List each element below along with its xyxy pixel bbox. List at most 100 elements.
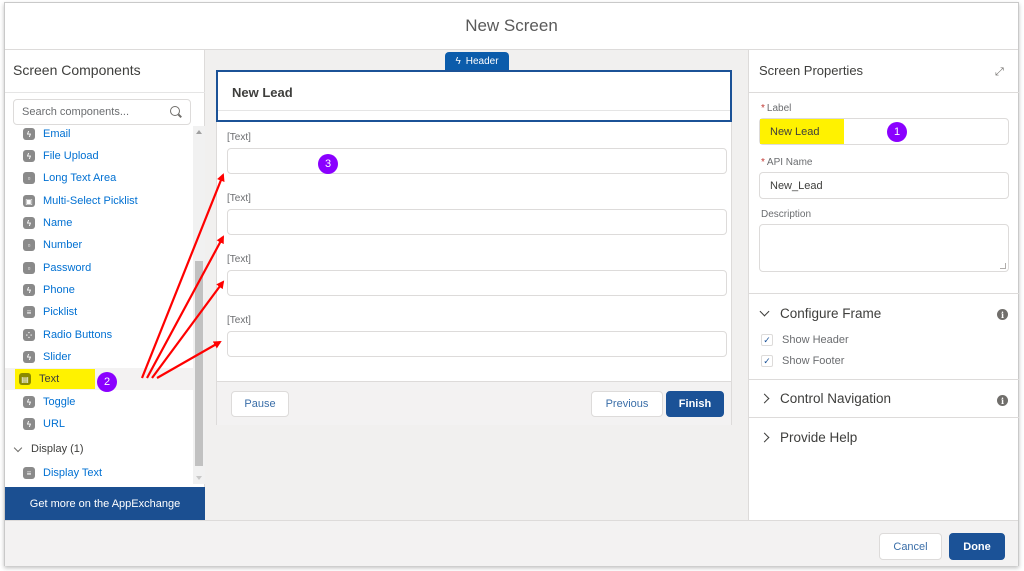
label-field-label: * Label: [761, 103, 791, 114]
component-phone[interactable]: ϟ Phone: [5, 279, 193, 301]
done-button[interactable]: Done: [949, 533, 1005, 560]
label-text: Label: [766, 103, 792, 114]
annotation-badge-2: 2: [97, 372, 117, 392]
previous-button[interactable]: Previous: [591, 391, 663, 417]
field-label: [Text]: [227, 132, 251, 143]
component-list-scrollbar[interactable]: [193, 126, 205, 484]
component-long-text-area[interactable]: ▫ Long Text Area: [5, 167, 193, 189]
component-list: ϟ Email ϟ File Upload ▫ Long Text Area ▣ Mul…: [5, 126, 193, 484]
text-input[interactable]: [227, 331, 727, 357]
control-navigation-section[interactable]: Control Navigation: [749, 380, 1019, 416]
scroll-up-arrow-icon[interactable]: [196, 130, 202, 134]
bolt-icon: ϟ: [23, 396, 35, 408]
scroll-down-arrow-icon[interactable]: [196, 476, 202, 480]
component-label: Slider: [43, 351, 72, 363]
component-number[interactable]: ▫ Number: [5, 234, 193, 256]
expand-icon[interactable]: ⤢: [995, 66, 1007, 78]
annotation-badge-3: 3: [318, 154, 338, 174]
component-label: Display Text: [43, 467, 103, 479]
new-screen-modal: New Screen Screen Components Search comp…: [4, 2, 1019, 566]
resize-handle-icon[interactable]: [1000, 263, 1006, 269]
scroll-thumb[interactable]: [195, 261, 203, 466]
component-label: Number: [43, 239, 83, 251]
component-multi-select-picklist[interactable]: ▣ Multi-Select Picklist: [5, 190, 193, 212]
field-label: [Text]: [227, 315, 251, 326]
text-field[interactable]: [Text]: [227, 132, 727, 174]
divider: [749, 417, 1019, 418]
bolt-icon: ϟ: [23, 351, 35, 363]
highlight-annotation: New Lead: [760, 119, 844, 144]
appexchange-link[interactable]: Get more on the AppExchange: [5, 487, 205, 521]
component-display-text[interactable]: ≡ Display Text: [5, 462, 193, 484]
component-label: Radio Buttons: [43, 329, 113, 341]
annotation-badge-1: 1: [887, 122, 907, 142]
component-email[interactable]: ϟ Email: [5, 123, 193, 145]
component-label: Long Text Area: [43, 172, 117, 184]
bolt-icon: ϟ: [23, 418, 35, 430]
description-field-label: Description: [761, 209, 812, 220]
finish-button[interactable]: Finish: [666, 391, 724, 417]
component-slider[interactable]: ϟ Slider: [5, 346, 193, 368]
highlight-annotation: ▤ Text: [15, 369, 95, 389]
component-picklist[interactable]: ≡ Picklist: [5, 301, 193, 323]
text-input[interactable]: [227, 148, 727, 174]
show-footer-checkbox[interactable]: ✓ Show Footer: [761, 355, 844, 367]
component-url[interactable]: ϟ URL: [5, 413, 193, 435]
component-file-upload[interactable]: ϟ File Upload: [5, 145, 193, 167]
screen-header[interactable]: New Lead: [216, 70, 732, 122]
required-marker: *: [761, 103, 765, 114]
component-password[interactable]: ▫ Password: [5, 257, 193, 279]
checkbox-checked-icon[interactable]: ✓: [761, 355, 773, 367]
multi-picklist-icon: ▣: [23, 195, 35, 207]
divider: [5, 92, 205, 93]
password-icon: ▫: [23, 262, 35, 274]
screen-preview: New Lead [Text] [Text] [Text] [Text] 3 P…: [216, 70, 732, 425]
component-name[interactable]: ϟ Name: [5, 212, 193, 234]
screen-footer: Pause Previous Finish: [217, 381, 731, 425]
info-icon[interactable]: i: [997, 395, 1008, 406]
configure-frame-section[interactable]: Configure Frame: [749, 295, 1019, 331]
checkbox-checked-icon[interactable]: ✓: [761, 334, 773, 346]
component-label: Text: [39, 373, 60, 385]
pause-button[interactable]: Pause: [231, 391, 289, 417]
chevron-down-icon: [13, 443, 23, 452]
screen-components-panel: Screen Components Search components... ϟ…: [5, 50, 205, 521]
component-label: File Upload: [43, 150, 99, 162]
section-title: Control Navigation: [780, 390, 892, 406]
api-name-input[interactable]: New_Lead: [759, 172, 1009, 199]
panel-title: Screen Components: [13, 62, 141, 78]
label-value: New Lead: [770, 125, 820, 138]
header-tab[interactable]: ϟ Header: [445, 52, 509, 70]
field-label: [Text]: [227, 193, 251, 204]
divider: [749, 92, 1019, 93]
search-placeholder: Search components...: [22, 106, 130, 118]
search-components-input[interactable]: Search components...: [13, 99, 191, 125]
text-field[interactable]: [Text]: [227, 315, 727, 357]
component-label: Name: [43, 217, 73, 229]
component-radio-buttons[interactable]: ⁘ Radio Buttons: [5, 324, 193, 346]
picklist-icon: ≡: [23, 306, 35, 318]
header-tab-label: Header: [465, 55, 499, 67]
show-header-checkbox[interactable]: ✓ Show Header: [761, 334, 849, 346]
component-label: Phone: [43, 284, 75, 296]
number-icon: ▫: [23, 239, 35, 251]
cancel-button[interactable]: Cancel: [879, 533, 942, 560]
checkbox-label: Show Header: [782, 334, 849, 346]
text-input[interactable]: [227, 270, 727, 296]
component-label: Toggle: [43, 396, 76, 408]
section-label: Display (1): [31, 443, 84, 455]
label-input[interactable]: New Lead: [759, 118, 1009, 145]
description-textarea[interactable]: [759, 224, 1009, 272]
screen-header-title: New Lead: [232, 85, 293, 100]
text-field[interactable]: [Text]: [227, 193, 727, 235]
display-section-toggle[interactable]: Display (1): [5, 438, 193, 460]
radio-buttons-icon: ⁘: [23, 329, 35, 341]
component-toggle[interactable]: ϟ Toggle: [5, 391, 193, 413]
info-icon[interactable]: i: [997, 309, 1008, 320]
panel-title: Screen Properties: [759, 63, 864, 78]
text-field[interactable]: [Text]: [227, 254, 727, 296]
provide-help-section[interactable]: Provide Help: [749, 419, 1019, 455]
text-input[interactable]: [227, 209, 727, 235]
textarea-icon: ▫: [23, 172, 35, 184]
modal-header: New Screen: [5, 3, 1018, 50]
